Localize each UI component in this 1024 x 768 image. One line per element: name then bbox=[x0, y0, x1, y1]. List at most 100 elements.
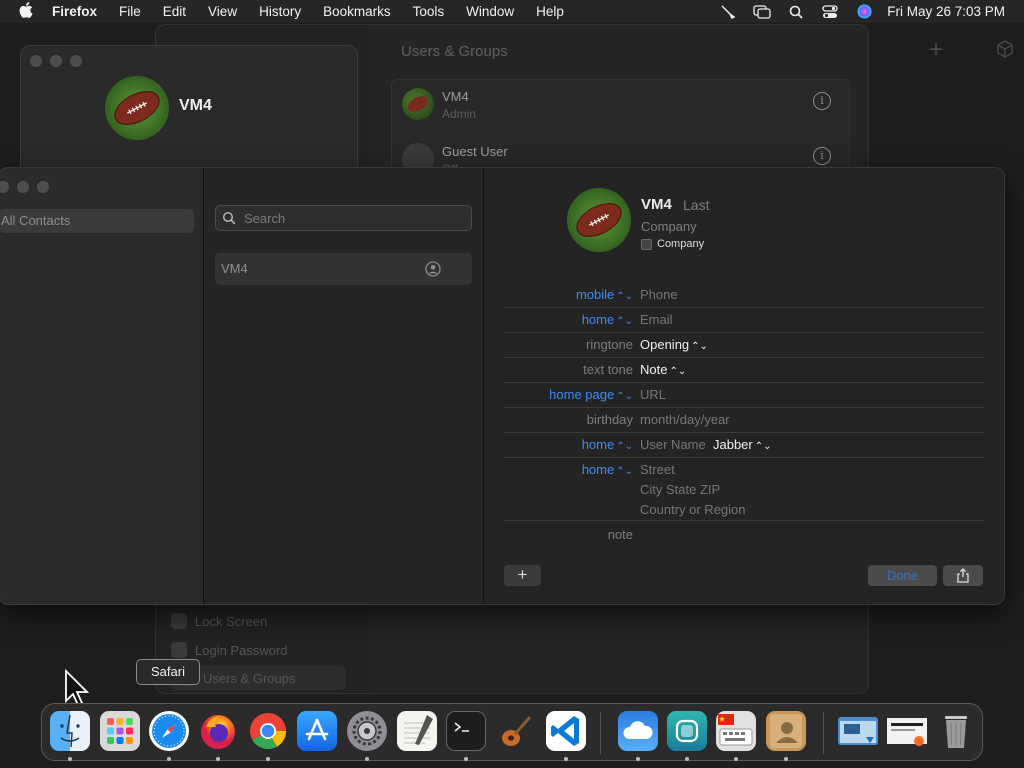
birthday-label: birthday bbox=[586, 412, 633, 427]
dock-textedit-icon[interactable] bbox=[397, 711, 437, 751]
dock-trash-icon[interactable] bbox=[936, 711, 976, 751]
updown-chevron-icon: ⌃⌄ bbox=[616, 316, 633, 327]
share-button[interactable] bbox=[943, 565, 983, 586]
user-name: VM4 bbox=[442, 89, 469, 104]
country-field[interactable]: Country or Region bbox=[640, 502, 746, 517]
running-indicator bbox=[564, 757, 568, 761]
pen-tool-icon[interactable] bbox=[711, 0, 745, 23]
im-label-popup[interactable]: home ⌃⌄ bbox=[582, 437, 633, 452]
homepage-row: home page ⌃⌄ URL bbox=[504, 383, 984, 408]
cube-icon[interactable] bbox=[996, 40, 1014, 58]
menu-clock[interactable]: Fri May 26 7:03 PM bbox=[881, 4, 1024, 19]
address-label-popup[interactable]: home ⌃⌄ bbox=[582, 462, 633, 477]
group-all-contacts[interactable]: All Contacts bbox=[0, 209, 194, 233]
dock-vscode-icon[interactable] bbox=[546, 711, 586, 751]
menu-help[interactable]: Help bbox=[525, 0, 575, 23]
window-overlap-icon[interactable] bbox=[745, 0, 779, 23]
menu-edit[interactable]: Edit bbox=[152, 0, 197, 23]
updown-chevron-icon: ⌃⌄ bbox=[754, 441, 772, 452]
close-button[interactable] bbox=[30, 55, 42, 67]
minimize-button[interactable] bbox=[17, 181, 29, 193]
dock-system-settings-icon[interactable] bbox=[347, 711, 387, 751]
menu-bookmarks[interactable]: Bookmarks bbox=[312, 0, 402, 23]
homepage-label-popup[interactable]: home page ⌃⌄ bbox=[549, 387, 633, 402]
my-card-person-icon bbox=[425, 261, 441, 277]
close-button[interactable] bbox=[0, 181, 9, 193]
dock-downloads-folder-icon[interactable] bbox=[836, 711, 880, 751]
updown-chevron-icon: ⌃⌄ bbox=[616, 466, 633, 477]
minimize-button[interactable] bbox=[50, 55, 62, 67]
user-row-vm4[interactable]: VM4 Admin i bbox=[402, 80, 839, 130]
dock-guitar-app-icon[interactable] bbox=[496, 711, 536, 751]
address-row: home ⌃⌄ Street City State ZIP Country or … bbox=[504, 458, 984, 521]
dock bbox=[41, 703, 983, 761]
username-field[interactable]: User Name Jabber ⌃⌄ bbox=[640, 437, 772, 452]
menu-bar: Firefox File Edit View History Bookmarks… bbox=[0, 0, 1024, 23]
phone-field[interactable]: Phone bbox=[640, 287, 678, 302]
contact-photo[interactable] bbox=[567, 188, 631, 252]
dock-safari-icon[interactable] bbox=[149, 711, 189, 751]
add-icon[interactable]: + bbox=[929, 36, 943, 64]
done-button[interactable]: Done bbox=[868, 565, 937, 586]
siri-icon[interactable] bbox=[847, 0, 881, 23]
birthday-field[interactable]: month/day/year bbox=[640, 412, 730, 427]
city-state-zip-field[interactable]: City State ZIP bbox=[640, 482, 720, 497]
menu-history[interactable]: History bbox=[248, 0, 312, 23]
search-field[interactable] bbox=[215, 205, 472, 231]
user-role: Admin bbox=[442, 107, 477, 121]
menu-tools[interactable]: Tools bbox=[402, 0, 456, 23]
updown-chevron-icon: ⌃⌄ bbox=[616, 391, 633, 402]
sidebar-item-lock-screen[interactable]: Lock Screen bbox=[171, 613, 267, 629]
first-name-field[interactable]: VM4 bbox=[641, 196, 672, 213]
last-name-field[interactable]: Last bbox=[683, 197, 709, 213]
text-tone-popup[interactable]: Note ⌃⌄ bbox=[640, 362, 686, 377]
text-tone-label: text tone bbox=[583, 362, 633, 377]
running-indicator bbox=[365, 757, 369, 761]
dock-screen-sharing-icon[interactable] bbox=[667, 711, 707, 751]
add-field-button[interactable]: + bbox=[504, 565, 541, 586]
url-field[interactable]: URL bbox=[640, 387, 666, 402]
search-input[interactable] bbox=[242, 209, 462, 227]
sidebar-item-label: Users & Groups bbox=[203, 670, 296, 686]
phone-row: mobile ⌃⌄ Phone bbox=[504, 283, 984, 308]
dock-firefox-icon[interactable] bbox=[198, 711, 238, 751]
dock-terminal-icon[interactable] bbox=[446, 711, 486, 751]
note-row: note bbox=[504, 523, 984, 548]
im-service-popup[interactable]: Jabber ⌃⌄ bbox=[713, 437, 772, 452]
dock-weather-icon[interactable] bbox=[618, 711, 658, 751]
email-label-popup[interactable]: home ⌃⌄ bbox=[582, 312, 633, 327]
company-checkbox-label: Company bbox=[657, 238, 705, 250]
street-field[interactable]: Street bbox=[640, 462, 675, 477]
menu-view[interactable]: View bbox=[197, 0, 248, 23]
dock-finder-icon[interactable] bbox=[50, 711, 90, 751]
info-icon[interactable]: i bbox=[813, 147, 831, 165]
contact-row-vm4[interactable]: VM4 bbox=[215, 253, 472, 285]
menu-app-name[interactable]: Firefox bbox=[52, 0, 108, 23]
dock-app-store-icon[interactable] bbox=[297, 711, 337, 751]
ringtone-popup[interactable]: Opening ⌃⌄ bbox=[640, 337, 708, 352]
zoom-button[interactable] bbox=[37, 181, 49, 193]
company-field[interactable]: Company bbox=[641, 219, 697, 234]
sidebar-item-login-password[interactable]: Login Password bbox=[171, 642, 288, 658]
menu-file[interactable]: File bbox=[108, 0, 152, 23]
company-checkbox[interactable]: Company bbox=[641, 238, 704, 250]
email-field[interactable]: Email bbox=[640, 312, 673, 327]
spotlight-search-icon[interactable] bbox=[779, 0, 813, 23]
dock-contacts-icon[interactable] bbox=[766, 711, 806, 751]
updown-chevron-icon: ⌃⌄ bbox=[616, 291, 633, 302]
control-center-icon[interactable] bbox=[813, 0, 847, 23]
phone-label-popup[interactable]: mobile ⌃⌄ bbox=[576, 287, 633, 302]
dock-launchpad-icon[interactable] bbox=[100, 711, 140, 751]
im-row: home ⌃⌄ User Name Jabber ⌃⌄ bbox=[504, 433, 984, 458]
checkbox-icon[interactable] bbox=[641, 238, 652, 250]
search-icon bbox=[222, 211, 236, 225]
user-name: Guest User bbox=[442, 144, 508, 159]
dock-documents-stack-icon[interactable] bbox=[885, 711, 929, 751]
running-indicator bbox=[216, 757, 220, 761]
zoom-button[interactable] bbox=[70, 55, 82, 67]
info-icon[interactable]: i bbox=[813, 92, 831, 110]
menu-window[interactable]: Window bbox=[455, 0, 525, 23]
apple-menu-icon[interactable] bbox=[0, 1, 52, 22]
dock-keyboard-viewer-icon[interactable] bbox=[716, 711, 756, 751]
dock-chrome-icon[interactable] bbox=[248, 711, 288, 751]
